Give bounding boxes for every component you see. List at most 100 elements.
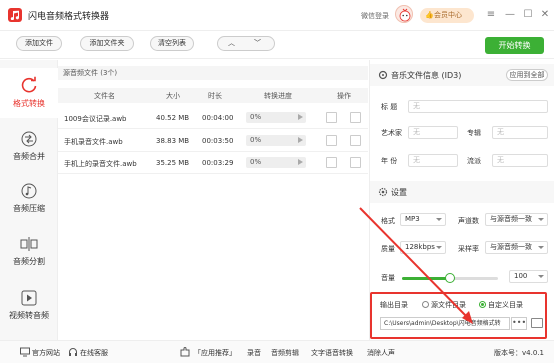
table-row[interactable]: 手机上的录音文件.awb 35.25 MB 00:03:29 0% [58,152,368,174]
sidebar-item-label: 音频分割 [13,257,45,266]
table-row[interactable]: 1009会议记录.awb 40.52 MB 00:04:00 0% [58,107,368,129]
artist-field[interactable]: 无 [408,126,458,139]
samplerate-label: 采样率 [458,245,479,253]
online-support-link[interactable]: 在线客服 [80,348,108,358]
output-label: 输出目录 [380,301,408,309]
official-website-link[interactable]: 官方网站 [32,348,60,358]
apply-all-button[interactable]: 应用到全部 [506,69,548,81]
sidebar-item-format-convert[interactable]: 格式转换 [0,68,58,118]
sidebar-item-compress[interactable]: 音频压缩 [0,175,58,225]
year-label: 年 份 [381,157,398,165]
app-title: 闪电音频格式转换器 [28,12,110,22]
genre-label: 流派 [467,157,481,165]
sidebar-item-merge[interactable]: 音频合并 [0,123,58,173]
column-header: 文件名 [94,92,115,100]
wechat-login-link[interactable]: 微信登录 [361,11,389,21]
file-table-header: 文件名 大小 时长 转换进度 操作 [58,88,368,103]
album-field[interactable]: 无 [492,126,548,139]
split-icon [20,237,38,251]
delete-icon[interactable] [350,112,361,123]
file-name: 手机上的录音文件.awb [64,160,137,168]
channels-select[interactable]: 与源音频一致 [485,213,548,226]
add-folder-button[interactable]: 添加文件夹 [80,36,134,51]
samplerate-select[interactable]: 与源音频一致 [485,241,548,254]
file-list-header: 源音频文件 (3个) [58,66,368,80]
app-logo-icon [8,8,22,22]
custom-dir-radio[interactable] [479,301,486,308]
play-icon[interactable] [298,137,303,143]
move-up-button[interactable]: ︿ [228,37,235,50]
start-convert-button[interactable]: 开始转换 [485,37,544,54]
sidebar-item-video-to-audio[interactable]: 视频转音频 [0,282,58,332]
recommend-recording-link[interactable]: 录音 [247,348,261,358]
progress-text: 0% [250,113,262,121]
artist-label: 艺术家 [381,129,402,137]
volume-slider[interactable] [402,273,498,283]
quality-select[interactable]: 128kbps [400,241,446,254]
menu-icon[interactable]: ≡ [485,8,497,22]
move-down-button[interactable]: ﹀ [254,37,261,50]
file-name: 手机录音文件.awb [64,138,123,146]
progress-bar: 0% [246,112,306,123]
folder-icon[interactable] [326,135,337,146]
thumbs-up-icon: 👍 [425,11,434,19]
output-path-field[interactable]: C:\Users\admin\Desktop\闪电音频格式转 [380,317,510,330]
volume-label: 音量 [381,274,395,282]
file-list-panel: 源音频文件 (3个) 文件名 大小 时长 转换进度 操作 1009会议记录.aw… [58,60,368,340]
progress-text: 0% [250,136,262,144]
sidebar-item-split[interactable]: 音频分割 [0,228,58,278]
folder-icon[interactable] [326,112,337,123]
id3-title: 音乐文件信息 (ID3) [391,71,462,80]
version-text: 版本号：v4.0.1 [494,349,544,357]
source-dir-label[interactable]: 源文件目录 [431,300,466,310]
title-field[interactable]: 无 [408,100,548,113]
headset-icon [69,348,77,356]
channels-label: 声道数 [458,217,479,225]
column-header: 大小 [166,92,180,100]
clear-list-button[interactable]: 清空列表 [150,36,194,51]
vip-center-button[interactable]: 👍 会员中心 [420,8,474,23]
footer: 官方网站 在线客服 「应用推荐」 录音 音频剪辑 文字语音转换 消除人声 版本号… [0,340,554,363]
puzzle-icon [180,347,190,357]
add-file-button[interactable]: 添加文件 [16,36,62,51]
toolbar: 添加文件 添加文件夹 清空列表 ︿ ﹀ 开始转换 [0,31,554,59]
volume-slider-handle[interactable] [445,273,455,283]
column-header: 转换进度 [264,92,292,100]
open-folder-icon[interactable] [531,318,543,328]
delete-icon[interactable] [350,135,361,146]
format-select[interactable]: MP3 [400,213,446,226]
custom-dir-label[interactable]: 自定义目录 [488,300,523,310]
recommend-audio-edit-link[interactable]: 音频剪辑 [271,348,299,358]
browse-button[interactable]: ••• [511,317,527,330]
minimize-icon[interactable]: — [504,8,516,22]
wrench-icon [378,70,388,80]
delete-icon[interactable] [350,157,361,168]
play-icon [21,290,37,306]
progress-text: 0% [250,158,262,166]
close-icon[interactable]: ✕ [539,8,551,22]
settings-section-header: 设置 [370,181,554,203]
sidebar-item-label: 视频转音频 [9,311,49,320]
recommend-vocal-remove-link[interactable]: 消除人声 [367,348,395,358]
format-label: 格式 [381,217,395,225]
id3-section-header: 音乐文件信息 (ID3) 应用到全部 [370,64,554,86]
file-duration: 00:03:29 [202,159,234,167]
folder-icon[interactable] [326,157,337,168]
play-icon[interactable] [298,159,303,165]
source-dir-radio[interactable] [422,301,429,308]
avatar[interactable] [395,5,413,23]
settings-title: 设置 [391,188,407,197]
play-icon[interactable] [298,114,303,120]
sidebar-item-label: 音频压缩 [13,204,45,213]
volume-stepper[interactable]: 100 [509,270,548,283]
genre-field[interactable]: 无 [492,154,548,167]
album-label: 专辑 [467,129,481,137]
merge-icon [21,131,37,147]
maximize-icon[interactable]: ☐ [522,8,534,22]
quality-label: 质量 [381,245,395,253]
year-field[interactable]: 无 [408,154,458,167]
recommend-tts-link[interactable]: 文字语音转换 [311,348,353,358]
gear-icon [378,187,388,197]
table-row[interactable]: 手机录音文件.awb 38.83 MB 00:03:50 0% [58,130,368,152]
vip-center-label: 会员中心 [434,11,462,19]
